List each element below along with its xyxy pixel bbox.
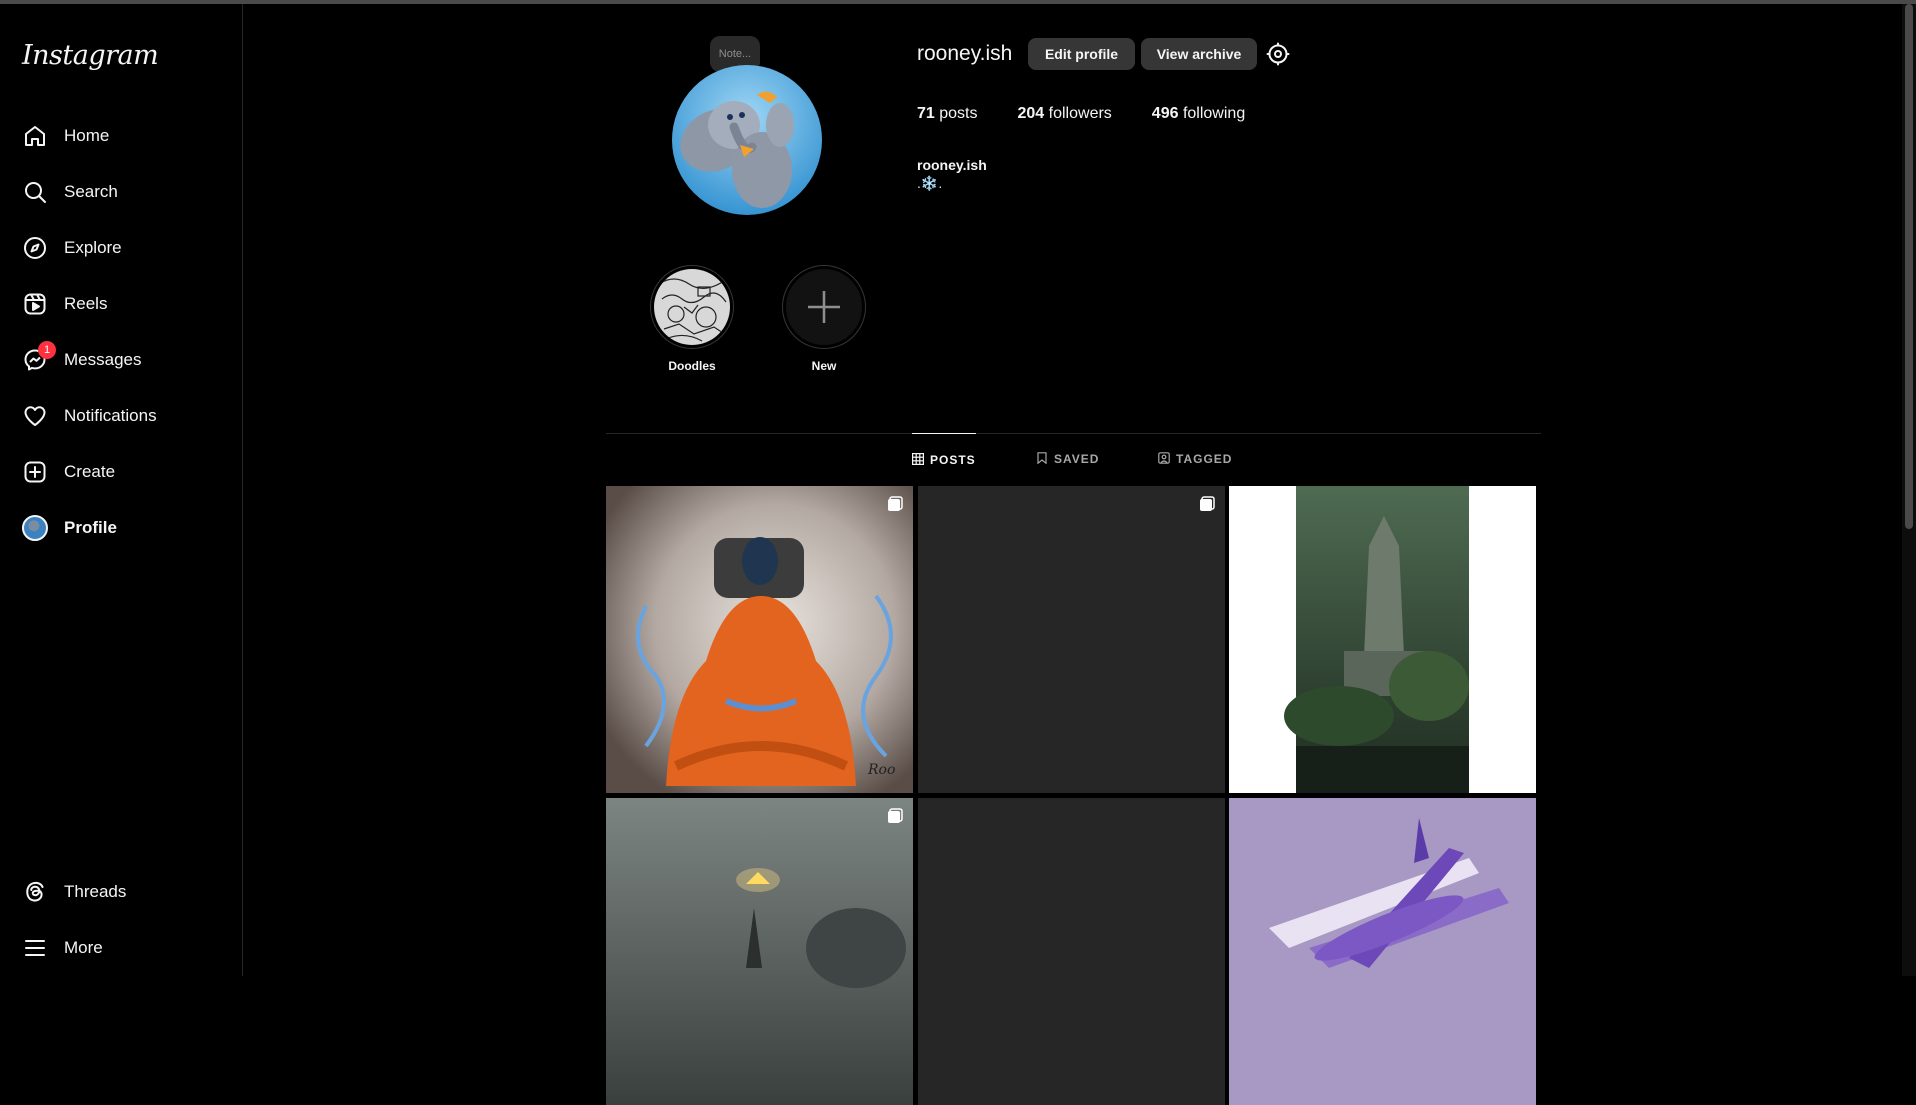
sidebar-item-label: More	[64, 938, 103, 957]
sidebar-item-label: Create	[64, 462, 116, 481]
sidebar-item-label: Explore	[64, 238, 122, 257]
sidebar-item-label: Messages	[64, 350, 142, 369]
highlight-new[interactable]: New	[780, 265, 868, 373]
profile-stats: 71 posts 204 followers 496 following	[917, 105, 1245, 123]
edit-profile-button[interactable]: Edit profile	[1028, 38, 1135, 70]
sidebar-item-label: Home	[64, 126, 110, 145]
instagram-logo[interactable]: Instagram	[22, 40, 159, 71]
post-tile[interactable]	[918, 798, 1225, 1105]
tab-label: POSTS	[930, 453, 976, 467]
multiple-posts-icon	[887, 808, 903, 824]
plus-square-icon	[22, 459, 48, 485]
home-icon	[22, 123, 48, 149]
multiple-posts-icon	[887, 496, 903, 512]
avatar	[22, 515, 48, 541]
profile-username: rooney.ish	[917, 42, 1013, 65]
sidebar-item-label: Notifications	[64, 406, 157, 425]
profile-picture[interactable]	[672, 65, 822, 215]
post-tile[interactable]	[918, 486, 1225, 793]
sidebar-item-label: Reels	[64, 294, 108, 313]
followers-count[interactable]: 204 followers	[1018, 105, 1112, 123]
menu-icon	[22, 935, 48, 961]
sidebar-item-reels[interactable]: Reels	[10, 280, 232, 328]
view-archive-button[interactable]: View archive	[1141, 38, 1257, 70]
unread-badge: 1	[38, 341, 56, 359]
heart-icon	[22, 403, 48, 429]
post-tile[interactable]	[1229, 798, 1536, 1105]
sidebar-item-more[interactable]: More	[10, 924, 232, 972]
sidebar-item-messages[interactable]: 1 Messages	[10, 336, 232, 384]
sidebar-item-notifications[interactable]: Notifications	[10, 392, 232, 440]
compass-icon	[22, 235, 48, 261]
tab-label: TAGGED	[1176, 452, 1233, 466]
sidebar-item-home[interactable]: Home	[10, 112, 232, 160]
window-top-border	[0, 0, 1916, 4]
svg-text:Roo: Roo	[867, 762, 895, 778]
tag-icon	[1158, 451, 1170, 467]
sidebar-item-label: Profile	[64, 518, 117, 537]
bookmark-icon	[1036, 451, 1048, 467]
search-icon	[22, 179, 48, 205]
bio-text: .❄️.	[917, 175, 943, 191]
reels-icon	[22, 291, 48, 317]
highlight-cover	[654, 269, 730, 345]
tab-saved[interactable]: SAVED	[1036, 433, 1099, 485]
highlight-label: Doodles	[668, 359, 716, 373]
sidebar-item-label: Threads	[64, 882, 127, 901]
multiple-posts-icon	[1199, 496, 1215, 512]
highlight-label: New	[811, 359, 837, 373]
plus-icon	[786, 269, 862, 345]
post-tile[interactable]: Roo	[606, 486, 913, 793]
bio-name: rooney.ish	[917, 157, 987, 173]
sidebar-item-profile[interactable]: Profile	[10, 504, 232, 552]
messenger-icon: 1	[22, 341, 56, 373]
highlight-doodles[interactable]: Doodles	[648, 265, 736, 373]
page-scrollbar[interactable]	[1902, 4, 1916, 976]
sidebar-item-create[interactable]: Create	[10, 448, 232, 496]
sidebar: Instagram Home Search Explore Reels 1 Me…	[0, 4, 243, 976]
following-count[interactable]: 496 following	[1152, 105, 1245, 123]
post-tile[interactable]	[1229, 486, 1536, 793]
tab-tagged[interactable]: TAGGED	[1158, 433, 1232, 485]
posts-count[interactable]: 71 posts	[917, 105, 978, 123]
tab-posts[interactable]: POSTS	[912, 433, 976, 486]
gear-icon[interactable]	[1266, 42, 1290, 66]
threads-icon	[22, 879, 48, 905]
scrollbar-thumb[interactable]	[1905, 4, 1913, 529]
sidebar-item-threads[interactable]: Threads	[10, 868, 232, 916]
post-tile[interactable]	[606, 798, 913, 1105]
sidebar-item-label: Search	[64, 182, 118, 201]
tab-label: SAVED	[1054, 452, 1100, 466]
sidebar-item-explore[interactable]: Explore	[10, 224, 232, 272]
sidebar-item-search[interactable]: Search	[10, 168, 232, 216]
grid-icon	[912, 452, 925, 468]
